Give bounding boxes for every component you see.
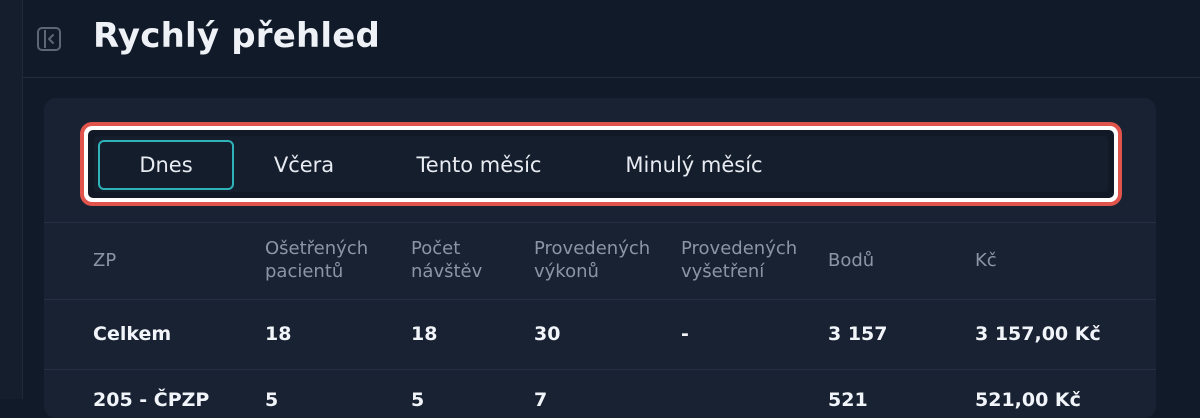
period-tabs-highlight: Dnes Včera Tento měsíc Minulý měsíc — [80, 122, 1122, 206]
table-cell: 18 — [411, 323, 438, 345]
tab-last-month[interactable]: Minulý měsíc — [604, 140, 784, 190]
period-tabs: Dnes Včera Tento měsíc Minulý měsíc — [94, 136, 1108, 192]
page-title: Rychlý přehled — [93, 16, 381, 56]
period-tabs-bar: Dnes Včera Tento měsíc Minulý měsíc — [88, 130, 1114, 198]
table-cell: 205 - ČPZP — [93, 389, 210, 411]
table-cell: 7 — [534, 389, 548, 411]
tab-yesterday[interactable]: Včera — [244, 140, 364, 190]
summary-card: Dnes Včera Tento měsíc Minulý měsíc ZP O… — [44, 98, 1156, 418]
table-cell: Celkem — [93, 323, 172, 345]
sidebar-collapse-icon — [44, 30, 54, 48]
column-header-points: Bodů — [828, 250, 875, 271]
header-row-divider — [44, 299, 1156, 300]
tab-today[interactable]: Dnes — [98, 140, 234, 190]
row-divider — [44, 369, 1156, 370]
table-cell: - — [681, 323, 689, 345]
column-header-patients: Ošetřených pacientů — [265, 238, 369, 282]
table-cell: 30 — [534, 323, 561, 345]
sidebar-toggle-button[interactable] — [37, 27, 61, 51]
table-cell: 5 — [411, 389, 425, 411]
table-cell: 3 157 — [828, 323, 888, 345]
table-cell: 3 157,00 Kč — [975, 323, 1101, 345]
table-top-divider — [44, 222, 1156, 223]
left-sidebar-rail — [0, 0, 23, 399]
column-header-examinations: Provedených vyšetření — [681, 238, 798, 282]
tab-this-month[interactable]: Tento měsíc — [394, 140, 564, 190]
column-header-visits: Počet návštěv — [411, 238, 483, 282]
table-cell: 5 — [265, 389, 279, 411]
table-cell: 521 — [828, 389, 868, 411]
column-header-czk: Kč — [975, 250, 997, 271]
column-header-procedures: Provedených výkonů — [534, 238, 651, 282]
page-header: Rychlý přehled — [23, 0, 1200, 78]
table-cell: 18 — [265, 323, 292, 345]
column-header-zp: ZP — [93, 250, 117, 271]
table-cell: 521,00 Kč — [975, 389, 1081, 411]
